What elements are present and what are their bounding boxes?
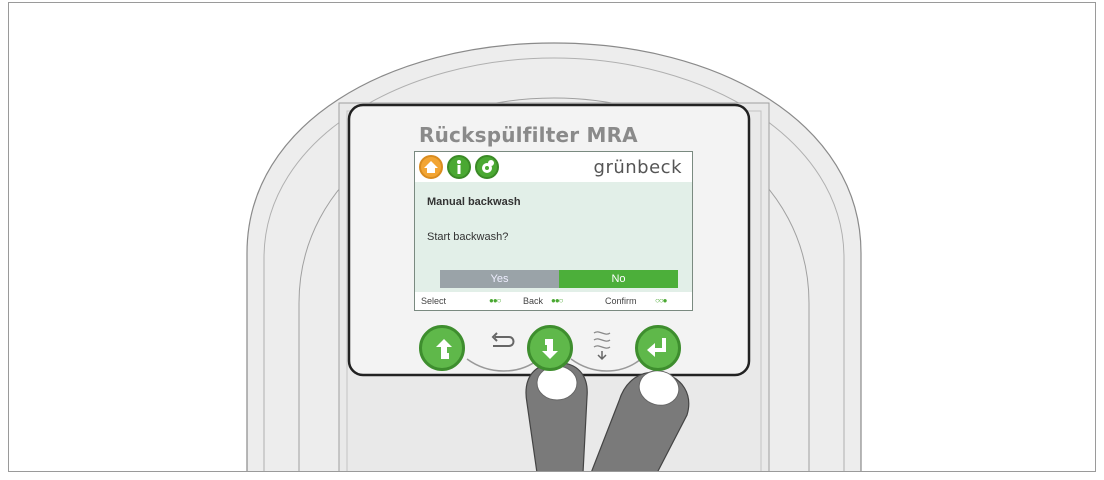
hint-confirm: Confirm [605, 296, 637, 306]
hint-select: Select [421, 296, 447, 306]
hint-bar: Select ●●○ Back ●●○ Confirm ○○● [415, 292, 692, 310]
screen-question: Start backwash? [427, 231, 509, 243]
screen-heading: Manual backwash [427, 196, 521, 208]
info-icon[interactable] [447, 155, 471, 179]
confirm-button[interactable] [635, 325, 681, 371]
settings-icon[interactable] [475, 155, 499, 179]
confirm-dots: ○○● [655, 296, 667, 305]
hint-back: Back [523, 296, 544, 306]
lcd-screen: grünbeck Manual backwash Start backwash?… [414, 151, 693, 311]
select-up-button[interactable] [419, 325, 465, 371]
select-down-button[interactable] [527, 325, 573, 371]
yes-option[interactable]: Yes [440, 270, 559, 288]
no-option[interactable]: No [559, 270, 678, 288]
illustration-frame: Rückspülfilter MRA grünbeck Manual backw… [8, 2, 1096, 472]
brand-logo: grünbeck [593, 157, 682, 178]
select-dots: ●●○ [489, 296, 501, 305]
product-title: Rückspülfilter MRA [419, 123, 638, 147]
screen-top-bar: grünbeck [415, 152, 692, 182]
home-icon[interactable] [419, 155, 443, 179]
back-dots: ●●○ [551, 296, 563, 305]
